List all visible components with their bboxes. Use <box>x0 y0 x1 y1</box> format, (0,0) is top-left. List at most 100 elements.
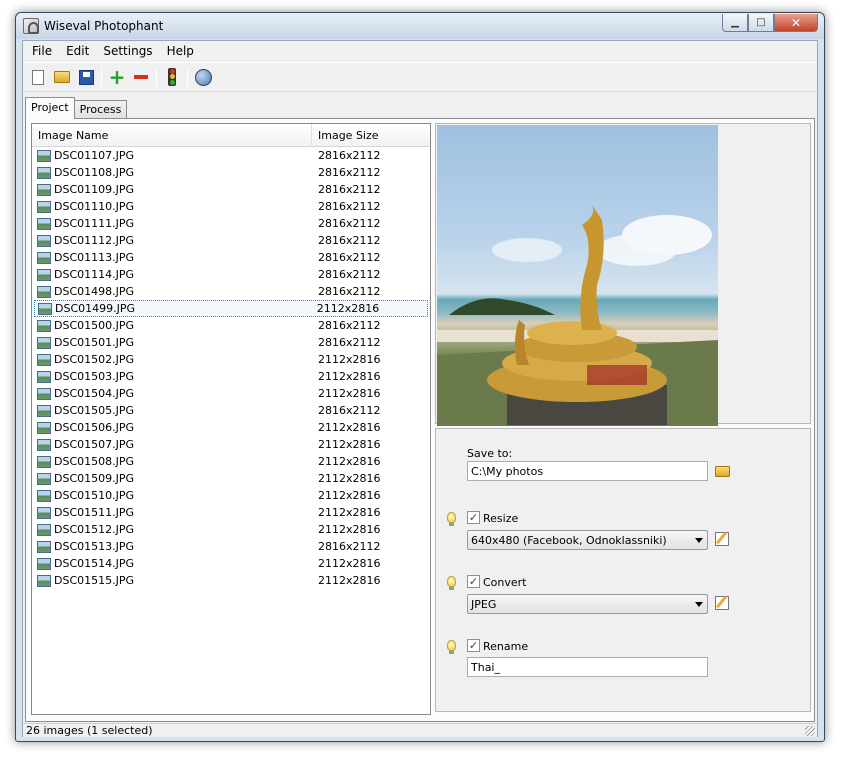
image-size: 2112x2816 <box>318 353 381 366</box>
image-list[interactable]: Image Name Image Size DSC01107.JPG 2816x2… <box>31 123 431 715</box>
table-row[interactable]: DSC01513.JPG 2816x2112 <box>32 538 430 555</box>
table-row[interactable]: DSC01502.JPG 2112x2816 <box>32 351 430 368</box>
table-row[interactable]: DSC01510.JPG 2112x2816 <box>32 487 430 504</box>
rename-hint-icon[interactable] <box>447 640 456 654</box>
rename-checkbox[interactable]: ✓ <box>467 639 480 652</box>
save-to-label: Save to: <box>467 447 513 460</box>
menu-file[interactable]: File <box>25 41 59 61</box>
remove-images-button[interactable] <box>129 65 153 89</box>
table-row[interactable]: DSC01112.JPG 2816x2112 <box>32 232 430 249</box>
table-row[interactable]: DSC01108.JPG 2816x2112 <box>32 164 430 181</box>
preview-pane <box>435 123 811 426</box>
row-name-cell: DSC01111.JPG <box>32 217 312 230</box>
table-row[interactable]: DSC01107.JPG 2816x2112 <box>32 147 430 164</box>
chevron-down-icon <box>695 602 703 607</box>
save-button[interactable] <box>74 65 98 89</box>
title-bar[interactable]: Wiseval Photophant ▁ □ ✕ <box>16 13 824 39</box>
convert-checkbox[interactable]: ✓ <box>467 575 480 588</box>
web-button[interactable] <box>191 65 215 89</box>
table-row[interactable]: DSC01507.JPG 2112x2816 <box>32 436 430 453</box>
resize-select[interactable]: 640x480 (Facebook, Odnoklassniki) <box>467 530 708 550</box>
menu-settings[interactable]: Settings <box>96 41 159 61</box>
image-file-icon <box>37 268 51 281</box>
image-name: DSC01108.JPG <box>54 166 135 179</box>
table-row[interactable]: DSC01503.JPG 2112x2816 <box>32 368 430 385</box>
menu-help[interactable]: Help <box>160 41 201 61</box>
column-image-name[interactable]: Image Name <box>32 124 312 147</box>
table-row[interactable]: DSC01506.JPG 2112x2816 <box>32 419 430 436</box>
tab-process[interactable]: Process <box>73 100 128 119</box>
image-size: 2112x2816 <box>318 574 381 587</box>
minimize-button[interactable]: ▁ <box>722 14 748 32</box>
table-row[interactable]: DSC01500.JPG 2816x2112 <box>32 317 430 334</box>
rename-field[interactable]: Thai_ <box>467 657 708 677</box>
close-button[interactable]: ✕ <box>774 14 818 32</box>
image-file-icon <box>37 557 51 570</box>
row-name-cell: DSC01507.JPG <box>32 438 312 451</box>
row-name-cell: DSC01107.JPG <box>32 149 312 162</box>
table-row[interactable]: DSC01113.JPG 2816x2112 <box>32 249 430 266</box>
app-icon[interactable] <box>23 18 39 34</box>
image-name: DSC01504.JPG <box>54 387 135 400</box>
open-button[interactable] <box>50 65 74 89</box>
close-icon: ✕ <box>790 15 802 30</box>
convert-select[interactable]: JPEG <box>467 594 708 614</box>
table-row[interactable]: DSC01512.JPG 2112x2816 <box>32 521 430 538</box>
image-file-icon <box>37 166 51 179</box>
image-size: 2112x2816 <box>318 523 381 536</box>
image-file-icon <box>37 251 51 264</box>
table-row[interactable]: DSC01509.JPG 2112x2816 <box>32 470 430 487</box>
image-file-icon <box>37 506 51 519</box>
convert-hint-icon[interactable] <box>447 576 456 590</box>
table-row[interactable]: DSC01110.JPG 2816x2112 <box>32 198 430 215</box>
table-row[interactable]: DSC01501.JPG 2816x2112 <box>32 334 430 351</box>
table-row[interactable]: DSC01508.JPG 2112x2816 <box>32 453 430 470</box>
save-to-field[interactable]: C:\My photos <box>467 461 708 481</box>
table-row[interactable]: DSC01109.JPG 2816x2112 <box>32 181 430 198</box>
table-row[interactable]: DSC01515.JPG 2112x2816 <box>32 572 430 589</box>
row-name-cell: DSC01499.JPG <box>35 302 311 315</box>
image-size: 2112x2816 <box>318 557 381 570</box>
image-file-icon <box>37 404 51 417</box>
tab-project[interactable]: Project <box>25 97 75 119</box>
new-button[interactable] <box>26 65 50 89</box>
table-row[interactable]: DSC01505.JPG 2816x2112 <box>32 402 430 419</box>
process-button[interactable] <box>160 65 184 89</box>
image-name: DSC01515.JPG <box>54 574 135 587</box>
row-name-cell: DSC01114.JPG <box>32 268 312 281</box>
add-images-button[interactable]: + <box>105 65 129 89</box>
edit-resize-icon[interactable] <box>715 532 729 546</box>
column-image-size[interactable]: Image Size <box>312 124 430 147</box>
menu-edit[interactable]: Edit <box>59 41 96 61</box>
row-name-cell: DSC01500.JPG <box>32 319 312 332</box>
image-name: DSC01109.JPG <box>54 183 135 196</box>
image-name: DSC01505.JPG <box>54 404 135 417</box>
chevron-down-icon <box>695 538 703 543</box>
image-file-icon <box>37 336 51 349</box>
image-file-icon <box>37 421 51 434</box>
table-row[interactable]: DSC01114.JPG 2816x2112 <box>32 266 430 283</box>
table-row[interactable]: DSC01498.JPG 2816x2112 <box>32 283 430 300</box>
table-row[interactable]: DSC01111.JPG 2816x2112 <box>32 215 430 232</box>
resize-grip-icon[interactable] <box>805 726 815 736</box>
image-file-icon <box>37 183 51 196</box>
client-area: File Edit Settings Help + Project Proces… <box>22 40 818 737</box>
image-size: 2112x2816 <box>318 489 381 502</box>
resize-label: Resize <box>483 512 519 525</box>
table-row[interactable]: DSC01499.JPG 2112x2816 <box>34 300 428 317</box>
edit-convert-icon[interactable] <box>715 596 729 610</box>
browse-folder-icon[interactable] <box>715 466 730 477</box>
toolbar-separator <box>187 67 188 87</box>
table-row[interactable]: DSC01514.JPG 2112x2816 <box>32 555 430 572</box>
image-size: 2816x2112 <box>318 268 381 281</box>
maximize-icon: □ <box>756 17 766 28</box>
image-file-icon <box>37 200 51 213</box>
resize-checkbox[interactable]: ✓ <box>467 511 480 524</box>
resize-select-value: 640x480 (Facebook, Odnoklassniki) <box>471 534 667 547</box>
row-name-cell: DSC01505.JPG <box>32 404 312 417</box>
table-row[interactable]: DSC01511.JPG 2112x2816 <box>32 504 430 521</box>
table-row[interactable]: DSC01504.JPG 2112x2816 <box>32 385 430 402</box>
resize-hint-icon[interactable] <box>447 512 456 526</box>
maximize-button[interactable]: □ <box>748 14 774 32</box>
image-size: 2816x2112 <box>318 285 381 298</box>
